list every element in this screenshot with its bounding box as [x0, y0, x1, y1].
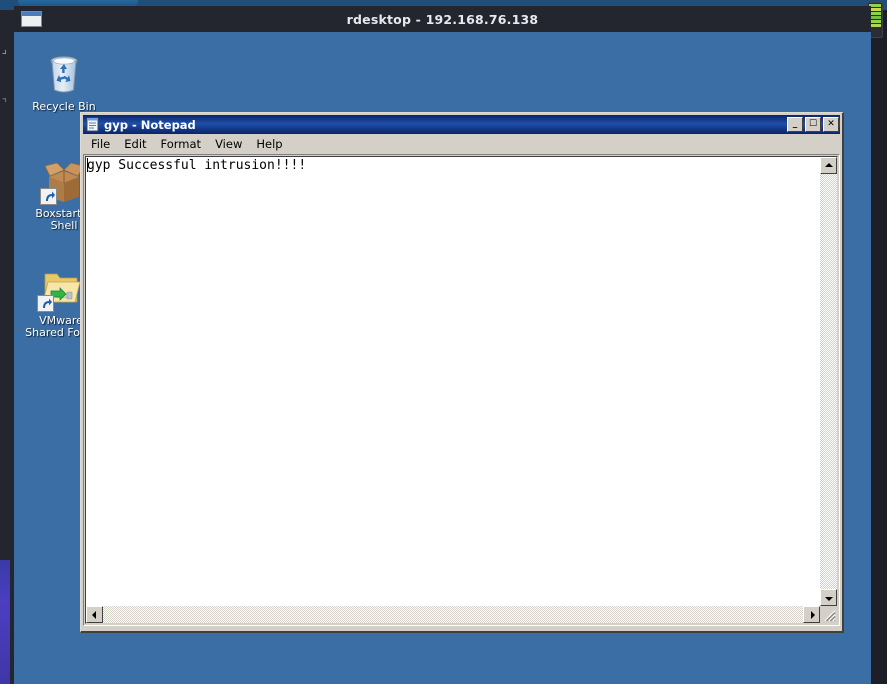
notepad-titlebar[interactable]: gyp - Notepad _ ☐ ✕	[83, 115, 840, 134]
shared-folder-icon	[37, 264, 85, 312]
remote-desktop-canvas[interactable]: Recycle Bin Boxstarter Shell VMware Shar…	[14, 32, 871, 684]
rdesktop-titlebar[interactable]: rdesktop - 192.168.76.138	[14, 6, 871, 32]
vertical-scrollbar[interactable]	[820, 157, 837, 606]
close-button[interactable]: ✕	[823, 117, 839, 132]
maximize-button[interactable]: ☐	[805, 117, 821, 132]
menu-item-file[interactable]: File	[84, 135, 117, 153]
window-icon	[21, 11, 42, 27]
notepad-textarea[interactable]: gyp Successful intrusion!!!!	[86, 157, 820, 606]
scroll-up-button[interactable]	[820, 157, 837, 174]
minimize-button[interactable]: _	[787, 117, 803, 132]
minimize-icon: _	[792, 119, 798, 129]
window-controls: _ ☐ ✕	[787, 117, 839, 132]
menu-item-edit[interactable]: Edit	[117, 135, 153, 153]
shortcut-overlay-icon	[37, 295, 54, 312]
background-glyph2-icon: ⌝	[1, 96, 8, 109]
menu-item-format[interactable]: Format	[154, 135, 209, 153]
scroll-down-button[interactable]	[820, 589, 837, 606]
desktop-icon-recycle-bin[interactable]: Recycle Bin	[26, 50, 102, 113]
rdesktop-window: rdesktop - 192.168.76.138 Recycle Bin Bo…	[14, 6, 871, 684]
close-icon: ✕	[827, 119, 835, 129]
recycle-bin-icon	[40, 50, 88, 98]
notepad-textarea-frame: gyp Successful intrusion!!!!	[83, 154, 840, 626]
notepad-textarea-inner: gyp Successful intrusion!!!!	[85, 156, 838, 624]
maximize-icon: ☐	[808, 119, 818, 129]
scroll-left-button[interactable]	[86, 606, 103, 623]
menu-item-view[interactable]: View	[208, 135, 249, 153]
rdesktop-title: rdesktop - 192.168.76.138	[346, 11, 539, 27]
scrollbar-corner	[820, 606, 837, 623]
notepad-window: gyp - Notepad _ ☐ ✕ File Edit Format Vie…	[80, 112, 844, 633]
scroll-right-button[interactable]	[803, 606, 820, 623]
menu-item-help[interactable]: Help	[249, 135, 289, 153]
horizontal-scrollbar[interactable]	[86, 606, 820, 623]
notepad-title: gyp - Notepad	[104, 117, 196, 132]
notepad-menubar: File Edit Format View Help	[83, 134, 840, 154]
shortcut-overlay-icon	[40, 188, 57, 205]
background-left-gradient	[0, 560, 10, 684]
document-text: gyp Successful intrusion!!!!	[87, 158, 307, 173]
screen-root: ⌟ ⌝ rdesktop - 192.168.76.138 Recycle Bi…	[0, 0, 887, 684]
notepad-icon	[85, 117, 100, 132]
background-glyph-icon: ⌟	[1, 43, 8, 56]
notepad-body: gyp Successful intrusion!!!!	[83, 154, 840, 626]
resize-grip-icon[interactable]	[822, 608, 836, 622]
